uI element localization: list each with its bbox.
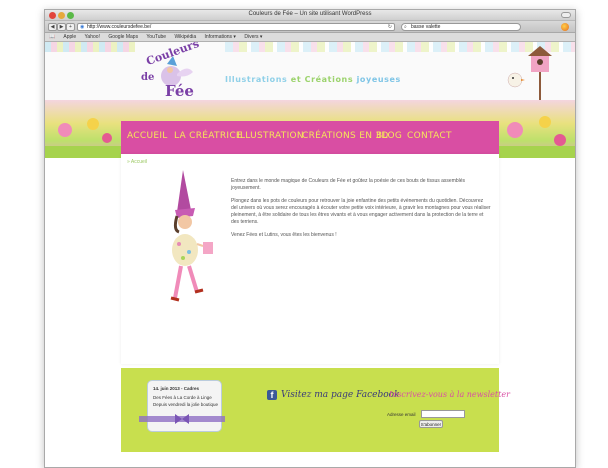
menu-item-accueil[interactable]: ACCUEIL [127,131,168,141]
url-field[interactable]: ◉ http://www.couleursdefee.be/ ↻ [77,23,395,31]
reload-icon[interactable]: ↻ [388,24,392,31]
main-menu: ACCUEIL LA CRÉATRICE ILLUSTRATION CRÉATI… [121,121,499,154]
fabric-strip [45,42,135,52]
news-line: Depuis vendredi la jolie boutique [153,402,219,407]
firefox-icon[interactable] [561,23,569,31]
search-icon: ⌕ [404,24,407,30]
bookmark-informations[interactable]: Informations ▾ [205,34,236,40]
menu-item-la-creatrice[interactable]: LA CRÉATRICE [174,131,242,141]
site-header: Couleurs de Fée Illustrations et Créatio… [45,42,575,102]
breadcrumb[interactable]: » Accueil [127,159,147,165]
ribbon-bow-icon [139,414,225,424]
birdhouse-illustration-icon [507,46,552,100]
logo-text-de: de [141,72,155,83]
site-tagline: Illustrations et Créations joyeuses [225,75,401,84]
toolbar-toggle-button[interactable] [561,12,571,18]
newsletter-email-label: Adresse email [387,412,416,417]
logo-text-fee: Fée [165,82,194,100]
window-title: Couleurs de Fée – Un site utilisant Word… [248,11,372,17]
news-date: 14. juin 2013 - Cadres [153,386,200,391]
site-icon: ◉ [80,24,85,30]
browser-toolbar: ◀ ▶ + ◉ http://www.couleursdefee.be/ ↻ ⌕… [45,21,575,33]
main-content: » Accueil Entrez dans le monde magique d… [121,154,499,364]
bookmark-apple[interactable]: Apple [63,34,76,40]
bookmark-divers[interactable]: Divers ▾ [244,34,262,40]
site-footer: 14. juin 2013 - Cadres Des Fées à La Cor… [121,368,510,452]
menu-item-illustration[interactable]: ILLUSTRATION [237,131,304,141]
forward-button[interactable]: ▶ [57,23,66,31]
intro-paragraph: Plongez dans les pots de couleurs pour r… [231,198,491,225]
site-logo[interactable]: Couleurs de Fée [137,42,217,104]
tagline-part: et [290,75,305,84]
back-button[interactable]: ◀ [48,23,57,31]
bookmarks-bar: 📖 Apple Yahoo! Google Maps YouTube Wikip… [45,33,575,42]
bookmarks-icon[interactable]: 📖 [49,34,55,40]
search-text: basse valette [411,24,441,30]
bookmark-google-maps[interactable]: Google Maps [108,34,138,40]
search-field[interactable]: ⌕ basse valette [401,23,521,31]
intro-text: Entrez dans le monde magique de Couleurs… [231,178,491,245]
tagline-part: Créations [304,75,357,84]
fairy-doll-illustration [170,170,213,302]
title-bar: Couleurs de Fée – Un site utilisant Word… [45,10,575,21]
intro-paragraph: Venez Fées et Lutins, vous êtes les bien… [231,232,337,238]
menu-item-blog[interactable]: BLOG [376,131,402,141]
bookmark-yahoo[interactable]: Yahoo! [84,34,99,40]
news-line: Des Fées à La Corde à Linge [153,395,212,400]
browser-window: Couleurs de Fée – Un site utilisant Word… [44,9,576,468]
bookmark-youtube[interactable]: YouTube [146,34,166,40]
facebook-link[interactable]: Visitez ma page Facebook [281,390,400,400]
bookmark-wikipedia[interactable]: Wikipédia [174,34,196,40]
url-text: http://www.couleursdefee.be/ [87,24,152,30]
newsletter-subscribe-button[interactable]: S'abonner [419,420,443,428]
tagline-part: Illustrations [225,75,291,84]
newsletter-title: Inscrivez-vous à la newsletter [389,390,510,399]
add-bookmark-button[interactable]: + [66,23,75,31]
menu-item-contact[interactable]: CONTACT [407,131,452,141]
web-page: Couleurs de Fée Illustrations et Créatio… [45,42,575,467]
facebook-icon[interactable]: f [267,390,277,400]
intro-paragraph: Entrez dans le monde magique de Couleurs… [231,178,466,191]
tagline-part: joyeuses [356,75,401,84]
newsletter-email-input[interactable] [421,410,465,418]
